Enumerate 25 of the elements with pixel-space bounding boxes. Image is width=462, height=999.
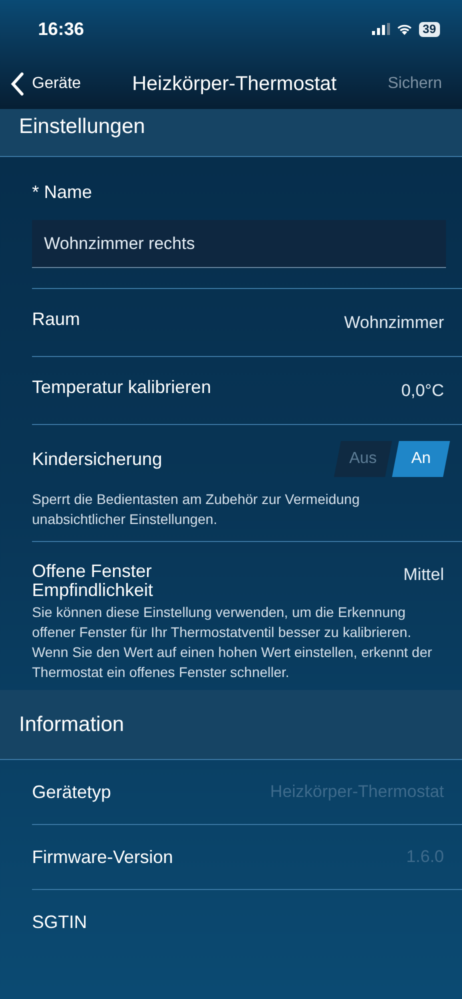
info-label: Gerätetyp: [32, 780, 112, 804]
field-label: * Name: [32, 181, 94, 204]
back-button[interactable]: Geräte: [10, 72, 81, 96]
setting-label[interactable]: Raum: [32, 310, 252, 329]
setting-label[interactable]: Offene Fenster Empfindlichkeit: [32, 562, 252, 600]
info-label: Firmware-Version: [32, 846, 174, 868]
setting-description: Sperrt die Bedientasten am Zubehör zur Vermeidung unabsichtlicher Einstellungen.: [32, 490, 361, 529]
signal-icon: [372, 23, 390, 35]
setting-value[interactable]: 0,0°C: [401, 378, 444, 404]
setting-label[interactable]: Temperatur kalibrieren: [32, 378, 252, 397]
wifi-icon: [396, 23, 413, 35]
battery-icon: 39: [418, 22, 440, 36]
status-time: 16:36: [38, 18, 84, 40]
setting-value[interactable]: Mittel: [403, 562, 444, 588]
name-field[interactable]: Wohnzimmer rechts: [32, 220, 446, 268]
back-chevron-icon: [10, 72, 24, 96]
setting-description: Sie können diese Einstellung verwenden, um die Erkennung offener Fenster für Ihr Thermostatventil besser zu kalibrieren. Wenn Sie den Wert auf einen hohen Wert einstellen, erkennt der Thermostat ein offenes Fenster schneller.: [32, 603, 434, 682]
setting-label: Kindersicherung: [32, 448, 162, 471]
screen-title: Heizkörper-Thermostat: [131, 72, 338, 96]
section-header: Information: [19, 712, 124, 738]
segmented-toggle[interactable]: Aus An: [334, 441, 450, 477]
setting-value[interactable]: Wohnzimmer: [344, 310, 444, 336]
section-header: Einstellungen: [19, 114, 146, 140]
toggle-option[interactable]: An: [392, 441, 450, 477]
info-label: SGTIN: [32, 911, 88, 934]
